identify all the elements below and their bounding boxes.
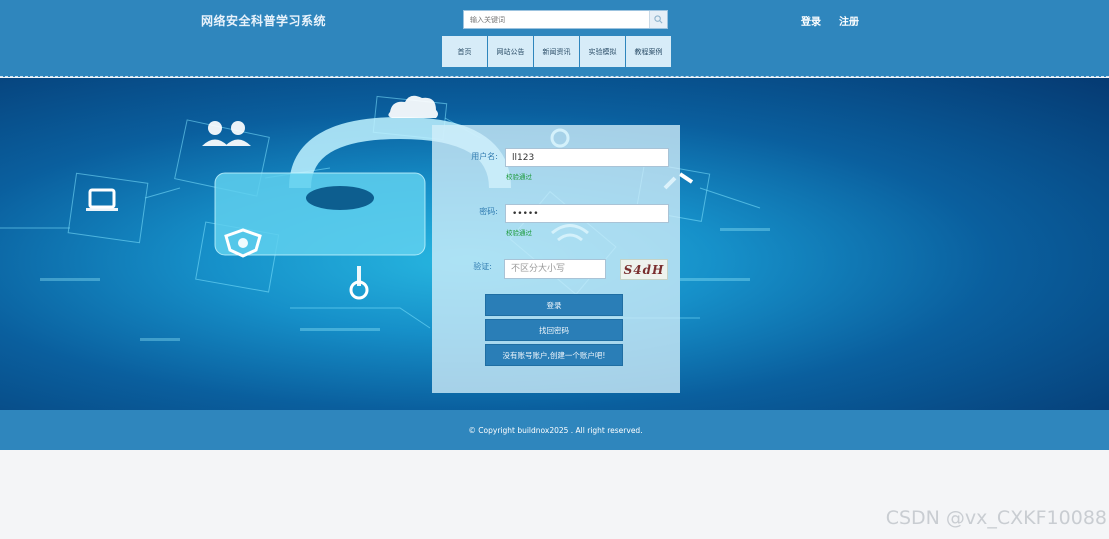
- login-link[interactable]: 登录: [801, 13, 821, 28]
- search-icon: [654, 15, 663, 24]
- main-nav: 首页 网站公告 新闻资讯 实验模拟 教程案例: [442, 36, 672, 67]
- password-input[interactable]: [505, 204, 669, 223]
- username-check-message: 校验通过: [506, 173, 532, 181]
- captcha-image[interactable]: S4dH: [620, 259, 668, 280]
- nav-item-news[interactable]: 新闻资讯: [534, 36, 579, 67]
- login-button[interactable]: 登录: [485, 294, 623, 316]
- username-input[interactable]: [505, 148, 669, 167]
- footer: © Copyright buildnox2025 . All right res…: [0, 410, 1109, 450]
- create-account-button[interactable]: 没有账号账户,创建一个账户吧!: [485, 344, 623, 366]
- nav-item-tutorials[interactable]: 教程案例: [626, 36, 671, 67]
- register-link[interactable]: 注册: [839, 13, 859, 28]
- captcha-input[interactable]: [504, 259, 606, 279]
- password-check-message: 校验通过: [506, 229, 532, 237]
- search-box: [463, 10, 668, 29]
- site-title: 网络安全科普学习系统: [201, 14, 327, 28]
- nav-item-home[interactable]: 首页: [442, 36, 487, 67]
- username-label: 用户名:: [471, 152, 498, 161]
- top-header: 网络安全科普学习系统 登录 注册 首页 网站公告 新闻资讯 实验模拟 教程案例: [0, 0, 1109, 77]
- nav-item-experiments[interactable]: 实验模拟: [580, 36, 625, 67]
- password-label: 密码:: [479, 207, 498, 216]
- captcha-label: 验证:: [473, 262, 492, 271]
- nav-item-announcements[interactable]: 网站公告: [488, 36, 533, 67]
- search-button[interactable]: [649, 11, 667, 28]
- forgot-password-button[interactable]: 找回密码: [485, 319, 623, 341]
- copyright-text: © Copyright buildnox2025 . All right res…: [468, 425, 643, 435]
- csdn-watermark: CSDN @vx_CXKF10088: [885, 507, 1107, 529]
- search-input[interactable]: [464, 11, 650, 28]
